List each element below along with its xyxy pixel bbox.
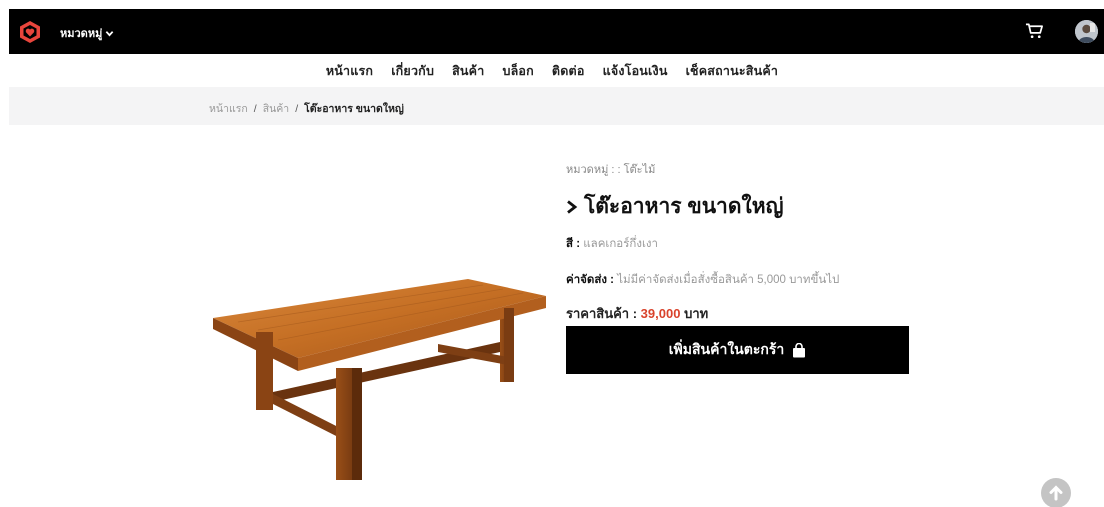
shopping-bag-icon bbox=[793, 342, 806, 357]
color-label: สี : bbox=[566, 238, 581, 250]
main-nav: หน้าแรก เกี่ยวกับ สินค้า บล็อก ติดต่อ แจ… bbox=[0, 54, 1104, 87]
logo-icon[interactable] bbox=[18, 20, 42, 44]
page: หมวดหมู่ หน้าแรก เกี่ยวกับ สินค้า บล็อก … bbox=[0, 0, 1104, 507]
shipping-label: ค่าจัดส่ง : bbox=[566, 274, 615, 286]
product-title-row: โต๊ะอาหาร ขนาดใหญ่ bbox=[566, 190, 911, 223]
nav-item-order-status[interactable]: เช็คสถานะสินค้า bbox=[686, 61, 779, 81]
chevron-right-icon bbox=[567, 199, 578, 214]
product-shipping-row: ค่าจัดส่ง : ไม่มีค่าจัดส่งเมื่อสั่งซื้อส… bbox=[566, 271, 911, 289]
price-unit: บาท bbox=[684, 306, 709, 321]
breadcrumb-separator: / bbox=[295, 102, 299, 115]
breadcrumb-separator: / bbox=[253, 102, 257, 115]
product-color-row: สี : แลคเกอร์กึ่งเงา bbox=[566, 235, 911, 253]
nav-item-blog[interactable]: บล็อก bbox=[502, 61, 533, 81]
shipping-value: ไม่มีค่าจัดส่งเมื่อสั่งซื้อสินค้า 5,000 … bbox=[617, 274, 840, 286]
product-info: หมวดหมู่ : : โต๊ะไม้ โต๊ะอาหาร ขนาดใหญ่ … bbox=[566, 160, 911, 324]
avatar-image bbox=[1075, 20, 1098, 43]
color-value: แลคเกอร์กึ่งเงา bbox=[583, 238, 658, 250]
breadcrumb-current: โต๊ะอาหาร ขนาดใหญ่ bbox=[304, 103, 404, 115]
product-title: โต๊ะอาหาร ขนาดใหญ่ bbox=[584, 195, 784, 218]
breadcrumb-bar: หน้าแรก / สินค้า / โต๊ะอาหาร ขนาดใหญ่ bbox=[9, 87, 1104, 125]
nav-item-contact[interactable]: ติดต่อ bbox=[552, 61, 585, 81]
product-category: หมวดหมู่ : : โต๊ะไม้ bbox=[566, 164, 656, 176]
nav-item-home[interactable]: หน้าแรก bbox=[326, 61, 373, 81]
scroll-to-top-button[interactable] bbox=[1041, 478, 1071, 507]
nav-item-products[interactable]: สินค้า bbox=[452, 61, 484, 81]
product-price-row: ราคาสินค้า : 39,000 บาท bbox=[566, 303, 911, 324]
add-to-cart-button[interactable]: เพิ่มสินค้าในตะกร้า bbox=[566, 326, 909, 374]
chevron-down-icon bbox=[106, 30, 114, 36]
breadcrumb-products[interactable]: สินค้า bbox=[263, 100, 290, 117]
user-avatar[interactable] bbox=[1075, 20, 1098, 43]
cart-icon[interactable] bbox=[1025, 22, 1044, 40]
category-dropdown-label: หมวดหมู่ bbox=[60, 28, 103, 40]
nav-item-payment-notify[interactable]: แจ้งโอนเงิน bbox=[603, 61, 668, 81]
top-bar: หมวดหมู่ bbox=[9, 9, 1104, 54]
product-image bbox=[213, 279, 546, 480]
breadcrumb: หน้าแรก / สินค้า / โต๊ะอาหาร ขนาดใหญ่ bbox=[209, 100, 404, 117]
nav-item-about[interactable]: เกี่ยวกับ bbox=[391, 61, 434, 81]
add-to-cart-label: เพิ่มสินค้าในตะกร้า bbox=[668, 341, 785, 357]
price-label: ราคาสินค้า : bbox=[566, 306, 638, 321]
price-value: 39,000 bbox=[640, 306, 681, 321]
breadcrumb-home[interactable]: หน้าแรก bbox=[209, 100, 248, 117]
arrow-up-icon bbox=[1049, 485, 1063, 501]
category-dropdown[interactable]: หมวดหมู่ bbox=[60, 24, 114, 42]
